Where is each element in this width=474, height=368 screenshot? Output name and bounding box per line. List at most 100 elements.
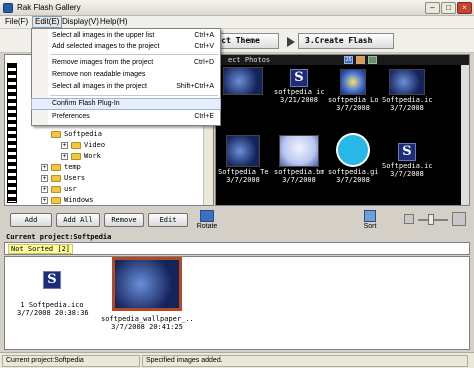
- project-item-name: softpedia_wallpaper_..: [101, 315, 194, 323]
- tree-item-label: Video: [84, 141, 106, 149]
- sort-name-icon[interactable]: [368, 56, 377, 64]
- sort-bar: Not Sorted [2]: [4, 242, 470, 255]
- thumbnail-date: 3/7/2008: [390, 170, 424, 178]
- folder-icon: [51, 163, 61, 171]
- sort-label: Sort: [363, 223, 377, 230]
- tree-item[interactable]: + Windows: [41, 195, 94, 205]
- menu-item-shortcut: Ctrl+V: [194, 43, 214, 50]
- menu-item-label: Confirm Flash Plug-In: [52, 100, 120, 107]
- project-item-date: 3/7/2008 20:41:25: [111, 323, 183, 331]
- sort-status-badge[interactable]: Not Sorted [2]: [8, 244, 74, 254]
- menu-remove-non-readable[interactable]: Remove non readable images: [32, 70, 220, 80]
- expand-icon[interactable]: +: [61, 141, 68, 149]
- tree-item-label: Users: [64, 174, 86, 182]
- status-message: Specified images added.: [142, 355, 468, 367]
- menu-confirm-flash-plugin[interactable]: Confirm Flash Plug-In: [31, 98, 221, 110]
- current-project-label: Current project:Softpedia: [6, 233, 112, 241]
- maximize-button[interactable]: □: [441, 2, 456, 14]
- thumbnail-grid[interactable]: ect Photos 26 S softpedia icon. 3/21/200…: [215, 54, 470, 206]
- tree-item[interactable]: + temp: [41, 162, 81, 172]
- thumbnail-item[interactable]: softpedia Logo. 3/7/2008: [328, 69, 378, 112]
- thumbnail-item[interactable]: Softpedia Testec 3/7/2008: [218, 135, 268, 184]
- menu-preferences[interactable]: Preferences Ctrl+E: [32, 112, 220, 122]
- thumbnail-scrollbar[interactable]: [461, 65, 469, 205]
- thumbnail-image: [223, 67, 263, 95]
- menu-edit[interactable]: Edit(E): [32, 16, 63, 28]
- project-item[interactable]: softpedia_wallpaper_.. 3/7/2008 20:41:25: [101, 257, 194, 331]
- sort-icon[interactable]: [364, 210, 376, 222]
- thumbnail-item[interactable]: S softpedia icon. 3/21/2008: [274, 69, 324, 104]
- thumbnail-header: ect Photos 26: [216, 55, 469, 65]
- thumbnail-name: softpedia icon.: [274, 88, 324, 96]
- sort-type-icon[interactable]: [356, 56, 365, 64]
- thumbnail-item[interactable]: softpedia.gi 3/7/2008: [328, 133, 378, 184]
- arrow-right-icon: [287, 37, 295, 47]
- clock-icon: [336, 133, 370, 167]
- menu-item-label: Select all images in the project: [52, 83, 147, 90]
- thumbnail-item[interactable]: [218, 67, 268, 96]
- thumbnail-item[interactable]: Softpedia.ico 3/7/2008: [382, 69, 432, 112]
- tree-item-label: Work: [84, 152, 101, 160]
- folder-icon: [51, 196, 61, 204]
- add-button[interactable]: Add: [10, 213, 52, 227]
- menu-separator: [50, 95, 218, 96]
- thumbnail-date: 3/7/2008: [282, 176, 316, 184]
- menu-item-label: Select all images in the upper list: [52, 32, 155, 39]
- menu-select-all-project[interactable]: Select all images in the project Shift+C…: [32, 82, 220, 92]
- menu-item-label: Remove non readable images: [52, 71, 146, 78]
- thumbnail-name: softpedia.gi: [328, 168, 378, 176]
- large-thumb-icon[interactable]: [452, 212, 466, 226]
- zoom-slider-thumb[interactable]: [428, 214, 434, 225]
- expand-icon[interactable]: +: [61, 152, 68, 160]
- tree-item[interactable]: + usr: [41, 184, 77, 194]
- thumbnail-name: Softpedia Testec: [218, 168, 268, 176]
- tree-item[interactable]: + Video: [61, 140, 105, 150]
- sort-date-icon[interactable]: 26: [344, 56, 353, 64]
- window-title: Rak Flash Gallery: [17, 3, 81, 12]
- menu-add-selected[interactable]: Add selected images to the project Ctrl+…: [32, 42, 220, 52]
- create-flash-button[interactable]: 3.Create Flash: [298, 33, 394, 49]
- edit-menu-dropdown: Select all images in the upper list Ctrl…: [31, 28, 221, 126]
- menu-separator: [50, 54, 218, 55]
- menu-item-shortcut: Shift+Ctrl+A: [176, 83, 214, 90]
- minimize-button[interactable]: –: [425, 2, 440, 14]
- thumbnail-image: [112, 257, 182, 311]
- menu-item-shortcut: Ctrl+A: [194, 32, 214, 39]
- menu-item-shortcut: Ctrl+D: [193, 59, 214, 66]
- menu-file[interactable]: File(F): [3, 17, 30, 26]
- menu-help[interactable]: Help(H): [98, 17, 130, 26]
- expand-icon[interactable]: +: [41, 196, 48, 204]
- expand-icon[interactable]: +: [41, 174, 48, 182]
- thumbnail-item[interactable]: softpedia.bm 3/7/2008: [274, 135, 324, 184]
- softpedia-s-icon: S: [43, 271, 61, 289]
- thumbnail-name: softpedia Logo.: [328, 96, 378, 104]
- filmstrip-decoration: [7, 63, 17, 203]
- edit-button[interactable]: Edit: [148, 213, 188, 227]
- menu-select-all-upper[interactable]: Select all images in the upper list Ctrl…: [32, 31, 220, 41]
- thumbnail-date: 3/7/2008: [336, 104, 370, 112]
- rotate-icon[interactable]: [200, 210, 214, 222]
- thumbnail-image: [279, 135, 319, 167]
- project-image-list[interactable]: S 1 Softpedia.ico 3/7/2008 20:38:36 soft…: [4, 256, 470, 350]
- thumbnail-image: [340, 69, 366, 95]
- menu-remove-images[interactable]: Remove images from the project Ctrl+D: [32, 58, 220, 68]
- thumbnail-name: Softpedia.ic: [382, 162, 432, 170]
- add-all-button[interactable]: Add All: [56, 213, 100, 227]
- project-item[interactable]: S 1 Softpedia.ico 3/7/2008 20:38:36: [17, 271, 89, 317]
- tree-item[interactable]: Softpedia: [51, 129, 102, 139]
- close-button[interactable]: ×: [457, 2, 472, 14]
- expand-icon[interactable]: +: [41, 163, 48, 171]
- thumbnail-item[interactable]: S Softpedia.ic 3/7/2008: [382, 143, 432, 178]
- expand-icon[interactable]: +: [41, 185, 48, 193]
- title-bar: Rak Flash Gallery – □ ×: [0, 0, 474, 16]
- small-thumb-icon[interactable]: [404, 214, 414, 224]
- project-item-date: 3/7/2008 20:38:36: [17, 309, 89, 317]
- menu-item-label: Remove images from the project: [52, 59, 154, 66]
- action-bar: Add Add All Remove Edit Rotate Sort: [4, 209, 470, 231]
- thumbnail-date: 3/7/2008: [226, 176, 260, 184]
- remove-button[interactable]: Remove: [104, 213, 144, 227]
- folder-icon: [51, 185, 61, 193]
- tree-item[interactable]: + Work: [61, 151, 101, 161]
- tree-item[interactable]: + Users: [41, 173, 85, 183]
- menu-display[interactable]: Display(V): [60, 17, 101, 26]
